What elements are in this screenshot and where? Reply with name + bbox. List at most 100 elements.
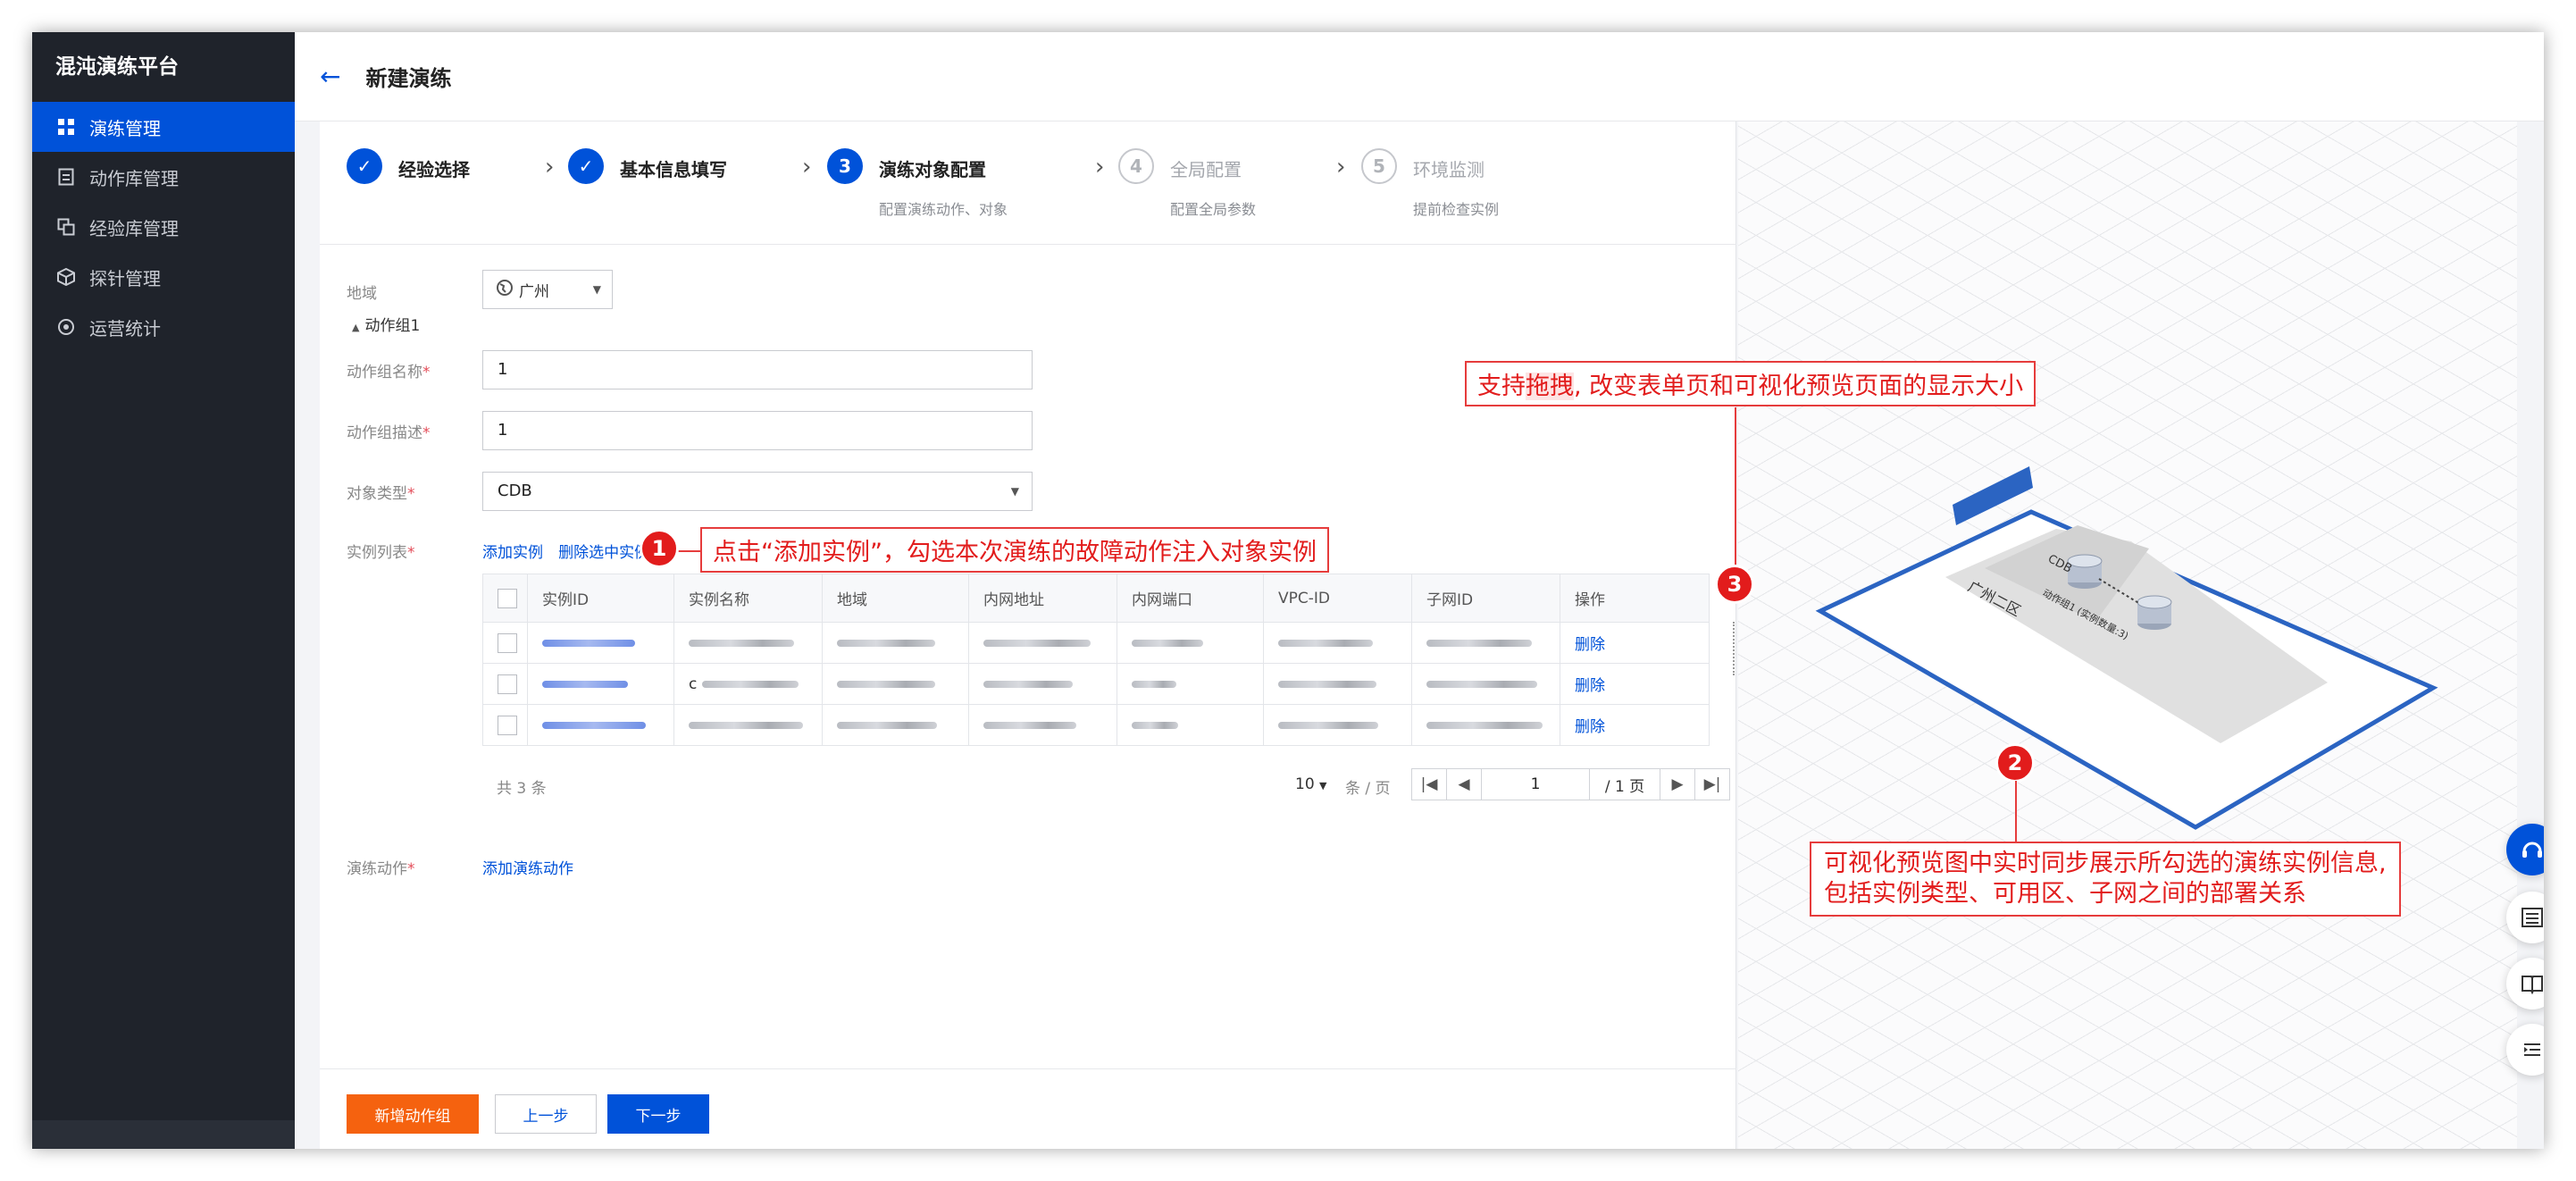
instance-name-cell: c xyxy=(673,663,823,705)
topology-diagram: CDB 广州二区 动作组1 (实例数量:3) xyxy=(1815,466,2438,830)
instance-list-label: 实例列表* xyxy=(347,544,415,562)
sidebar: 混沌演练平台 演练管理 动作库管理 经验库管理 探针管理 运营统计 xyxy=(32,32,295,1149)
sidebar-footer xyxy=(32,1120,295,1149)
annotation-connector xyxy=(1735,407,1736,586)
row-checkbox-cell[interactable] xyxy=(482,663,528,705)
group-desc-input[interactable]: 1 xyxy=(482,411,1033,450)
step-number: 4 xyxy=(1118,148,1154,184)
add-action-group-button[interactable]: 新增动作组 xyxy=(347,1094,479,1134)
delete-link[interactable]: 删除 xyxy=(1560,704,1710,746)
region-select[interactable]: 广州 ▼ xyxy=(482,270,613,309)
sidebar-item-action-library[interactable]: 动作库管理 xyxy=(32,152,295,202)
instance-id-cell[interactable] xyxy=(527,622,674,664)
col-private-ip: 内网地址 xyxy=(968,574,1117,623)
private-ip-cell xyxy=(968,622,1117,664)
region-label: 地域 xyxy=(347,285,377,303)
sidebar-item-drill-management[interactable]: 演练管理 xyxy=(32,102,295,152)
subnet-id-cell xyxy=(1411,704,1560,746)
next-page-button[interactable]: ▶ xyxy=(1660,768,1695,800)
first-page-button[interactable]: |◀ xyxy=(1411,768,1447,800)
vpc-id-cell xyxy=(1263,704,1412,746)
grid-icon xyxy=(57,118,75,136)
sidebar-item-operation-stats[interactable]: 运营统计 xyxy=(32,302,295,352)
sidebar-item-experience-library[interactable]: 经验库管理 xyxy=(32,202,295,252)
step-title: 基本信息填写 xyxy=(620,159,727,180)
next-step-button[interactable]: 下一步 xyxy=(607,1094,709,1134)
checkbox[interactable] xyxy=(498,588,517,608)
add-drill-action-link[interactable]: 添加演练动作 xyxy=(482,856,573,878)
last-page-button[interactable]: ▶| xyxy=(1694,768,1730,800)
check-icon: ✓ xyxy=(568,148,604,184)
annotation-badge-2: 2 xyxy=(1995,743,2035,783)
chevron-right-icon: › xyxy=(545,154,555,180)
step-desc: 配置演练动作、对象 xyxy=(879,201,1008,218)
prev-step-button[interactable]: 上一步 xyxy=(495,1094,597,1134)
annotation-2: 可视化预览图中实时同步展示所勾选的演练实例信息, 包括实例类型、可用区、子网之间… xyxy=(1810,842,2401,917)
instance-name-prefix: c xyxy=(689,674,698,693)
instance-id-cell[interactable] xyxy=(527,704,674,746)
row-checkbox-cell[interactable] xyxy=(482,622,528,664)
total-pages: / 1 页 xyxy=(1589,768,1660,800)
private-ip-cell xyxy=(968,663,1117,705)
step-title: 演练对象配置 xyxy=(879,159,986,180)
annotation-badge-3: 3 xyxy=(1715,565,1754,604)
action-group-toggle[interactable]: ▲ 动作组1 xyxy=(352,313,420,335)
delete-link[interactable]: 删除 xyxy=(1560,622,1710,664)
sidebar-item-label: 动作库管理 xyxy=(89,167,179,189)
checkbox[interactable] xyxy=(498,715,517,735)
col-subnet-id: 子网ID xyxy=(1411,574,1560,623)
group-desc-label: 动作组描述* xyxy=(347,424,431,442)
group-name-input[interactable]: 1 xyxy=(482,350,1033,389)
select-all-checkbox-cell[interactable] xyxy=(482,574,528,623)
instance-name-cell xyxy=(673,622,823,664)
table-row: c 删除 xyxy=(482,663,1710,705)
col-instance-id: 实例ID xyxy=(527,574,674,623)
step-number: 5 xyxy=(1361,148,1397,184)
private-port-cell xyxy=(1117,663,1264,705)
annotation-1: 点击“添加实例”，勾选本次演练的故障动作注入对象实例 xyxy=(700,527,1329,573)
action-group-title: 动作组1 xyxy=(364,317,421,335)
sidebar-item-label: 经验库管理 xyxy=(89,217,179,239)
object-type-value: CDB xyxy=(498,482,532,500)
subnet-id-cell xyxy=(1411,663,1560,705)
page-title: 新建演练 xyxy=(365,66,452,91)
checkbox[interactable] xyxy=(498,632,517,653)
prev-page-button[interactable]: ◀ xyxy=(1446,768,1482,800)
database-icon[interactable] xyxy=(2137,595,2172,630)
total-count: 共 3 条 xyxy=(497,780,547,798)
page-number-input[interactable]: 1 xyxy=(1481,768,1590,800)
vpc-id-cell xyxy=(1263,663,1412,705)
instance-id-cell[interactable] xyxy=(527,663,674,705)
private-port-cell xyxy=(1117,622,1264,664)
form-footer: 新增动作组 上一步 下一步 xyxy=(320,1068,1736,1149)
page-header: ← 新建演练 xyxy=(295,32,2544,121)
step-1: ✓ 经验选择 xyxy=(347,148,470,184)
col-instance-name: 实例名称 xyxy=(673,574,823,623)
checkbox[interactable] xyxy=(498,674,517,694)
page-size-select[interactable]: 10 ▼ xyxy=(1295,775,1327,793)
form-panel: ✓ 经验选择 › ✓ 基本信息填写 › 3 演练对象配置 配置演练动作、对象 ›… xyxy=(320,121,1736,1149)
sidebar-item-probe-management[interactable]: 探针管理 xyxy=(32,252,295,302)
table-header-row: 实例ID 实例名称 地域 内网地址 内网端口 VPC-ID 子网ID 操作 xyxy=(482,574,1710,623)
back-arrow-icon[interactable]: ← xyxy=(320,62,340,91)
add-instance-link[interactable]: 添加实例 xyxy=(482,544,543,562)
app-brand: 混沌演练平台 xyxy=(55,55,179,79)
sidebar-item-label: 运营统计 xyxy=(89,317,161,339)
region-cell xyxy=(822,704,969,746)
step-title: 全局配置 xyxy=(1170,159,1242,180)
delete-selected-link[interactable]: 删除选中实例 xyxy=(558,544,649,562)
delete-link[interactable]: 删除 xyxy=(1560,663,1710,705)
row-checkbox-cell[interactable] xyxy=(482,704,528,746)
copy-icon xyxy=(57,218,75,236)
step-5: 5 环境监测 提前检查实例 xyxy=(1361,148,1499,219)
step-title: 环境监测 xyxy=(1413,159,1485,180)
caret-down-icon: ▼ xyxy=(1319,780,1327,792)
sidebar-item-label: 探针管理 xyxy=(89,267,161,289)
region-cell xyxy=(822,663,969,705)
database-icon[interactable] xyxy=(2067,554,2103,589)
chevron-right-icon: › xyxy=(802,154,812,180)
page-size-unit: 条 / 页 xyxy=(1345,780,1391,798)
step-desc: 配置全局参数 xyxy=(1170,201,1257,218)
vpc-id-cell xyxy=(1263,622,1412,664)
object-type-select[interactable]: CDB ▼ xyxy=(482,472,1033,511)
